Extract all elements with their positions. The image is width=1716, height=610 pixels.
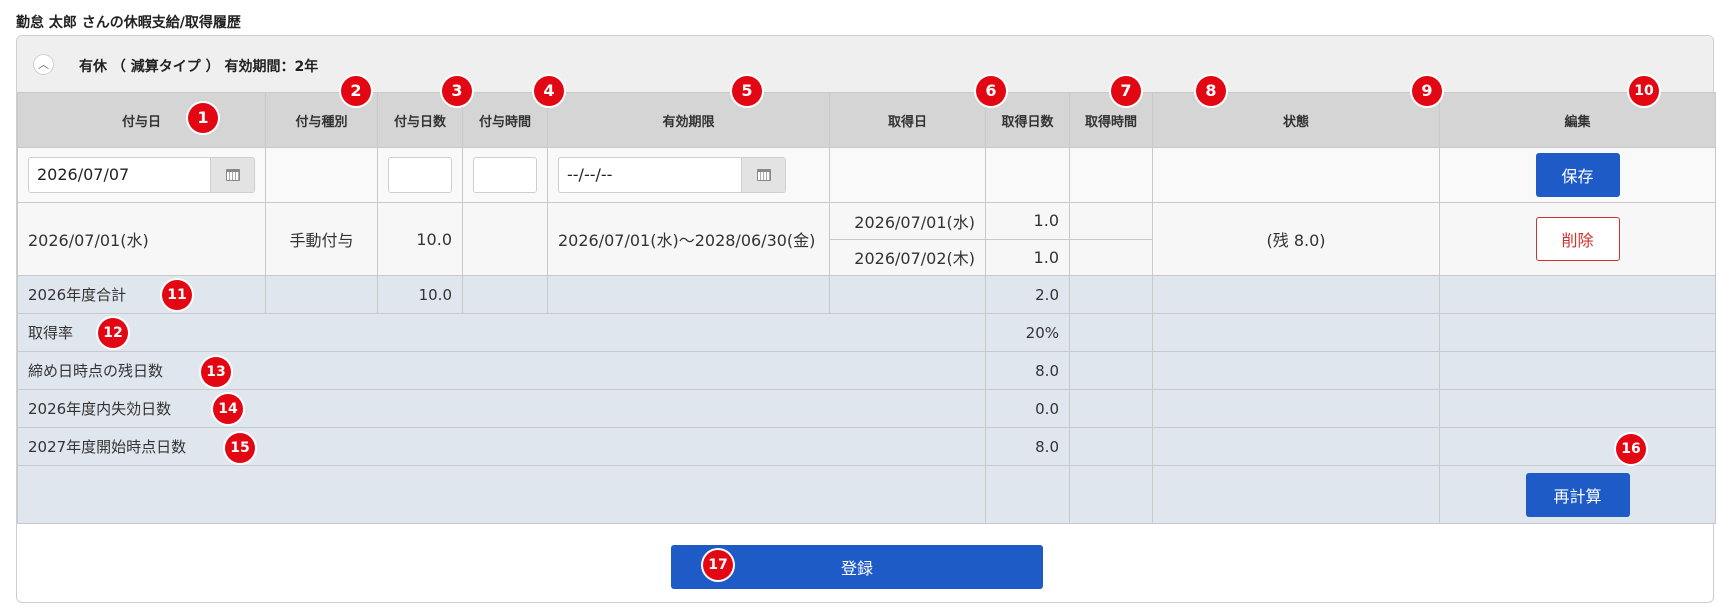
summary-rate-label: 取得率 bbox=[17, 313, 986, 352]
callout-marker: 1 bbox=[188, 103, 218, 133]
take-days-value: 1.0 bbox=[1033, 247, 1059, 267]
grant-date-input[interactable]: 2026/07/07 bbox=[28, 157, 255, 193]
col-take-date: 取得日 bbox=[829, 92, 986, 148]
col-take-hours: 取得時間 bbox=[1069, 92, 1153, 148]
grant-date-value: 2026/07/07 bbox=[37, 165, 130, 184]
callout-marker: 7 bbox=[1111, 76, 1141, 106]
save-button[interactable]: 保存 bbox=[1535, 153, 1620, 197]
grant-days-input[interactable] bbox=[388, 157, 452, 193]
col-edit: 編集 bbox=[1439, 92, 1716, 148]
summary-expired-value: 0.0 bbox=[985, 389, 1070, 428]
take-date: 2026/07/01(水) bbox=[830, 204, 985, 240]
callout-marker: 14 bbox=[213, 394, 243, 424]
summary-rate-value: 20% bbox=[985, 313, 1070, 352]
expiry-cell: 2026/07/01(水)～2028/06/30(金) bbox=[547, 202, 830, 276]
callout-marker: 5 bbox=[732, 76, 762, 106]
col-status: 状態 bbox=[1152, 92, 1440, 148]
delete-button[interactable]: 削除 bbox=[1535, 217, 1620, 261]
grant-hours-input[interactable] bbox=[473, 157, 537, 193]
summary-taken-days: 2.0 bbox=[985, 275, 1070, 314]
summary-next-value: 8.0 bbox=[985, 427, 1070, 466]
grant-days-cell: 10.0 bbox=[377, 202, 463, 276]
chevron-up-icon[interactable]: ︿ bbox=[33, 54, 54, 75]
summary-grant-days: 10.0 bbox=[377, 275, 463, 314]
leave-table: 付与日 付与種別 付与日数 付与時間 有効期限 取得日 取得日数 取得時間 状態… bbox=[17, 92, 1716, 524]
leave-history-panel: ︿ 有休 （ 減算タイプ ） 有効期間：2年 付与日 付与種別 付与日数 付与時… bbox=[16, 35, 1716, 603]
summary-total-row: 2026年度合計 10.0 2.0 bbox=[17, 275, 1716, 314]
panel-header: ︿ 有休 （ 減算タイプ ） 有効期間：2年 bbox=[17, 36, 1713, 92]
summary-remain-row: 締め日時点の残日数 8.0 bbox=[17, 351, 1716, 390]
callout-marker: 3 bbox=[442, 76, 472, 106]
callout-marker: 9 bbox=[1412, 76, 1442, 106]
col-grant-date: 付与日 bbox=[17, 92, 266, 148]
calendar-icon[interactable] bbox=[741, 158, 785, 192]
col-expiry: 有効期限 bbox=[547, 92, 830, 148]
table-row: 2026/07/01(水) 手動付与 10.0 2026/07/01(水)～20… bbox=[17, 202, 1716, 276]
edit-row: 2026/07/07 --/--/-- 保存 bbox=[17, 147, 1716, 203]
take-date: 2026/07/02(木) bbox=[854, 249, 975, 269]
summary-expired-row: 2026年度内失効日数 0.0 bbox=[17, 389, 1716, 428]
panel-title: 有休 （ 減算タイプ ） 有効期間：2年 bbox=[79, 59, 319, 75]
header-row: 付与日 付与種別 付与日数 付与時間 有効期限 取得日 取得日数 取得時間 状態… bbox=[17, 92, 1716, 148]
grant-type-cell: 手動付与 bbox=[265, 202, 378, 276]
summary-next-row: 2027年度開始時点日数 8.0 bbox=[17, 427, 1716, 466]
take-hours bbox=[1070, 204, 1152, 275]
expiry-date-input[interactable]: --/--/-- bbox=[558, 157, 786, 193]
col-grant-hours: 付与時間 bbox=[462, 92, 548, 148]
callout-marker: 12 bbox=[98, 318, 128, 348]
callout-marker: 6 bbox=[976, 76, 1006, 106]
summary-remain-label: 締め日時点の残日数 bbox=[17, 351, 986, 390]
callout-marker: 11 bbox=[162, 280, 192, 310]
grant-date-cell: 2026/07/01(水) bbox=[17, 202, 266, 276]
callout-marker: 2 bbox=[341, 76, 371, 106]
callout-marker: 4 bbox=[534, 76, 564, 106]
summary-rate-row: 取得率 20% bbox=[17, 313, 1716, 352]
summary-next-label: 2027年度開始時点日数 bbox=[17, 427, 986, 466]
callout-marker: 10 bbox=[1629, 76, 1659, 106]
take-days-value: 1.0 bbox=[986, 204, 1069, 240]
callout-marker: 16 bbox=[1616, 434, 1646, 464]
recalc-row: 再計算 bbox=[17, 465, 1716, 524]
callout-marker: 8 bbox=[1196, 76, 1226, 106]
page-title: 勤怠 太郎 さんの休暇支給/取得履歴 bbox=[16, 15, 241, 31]
summary-total-label: 2026年度合計 bbox=[17, 275, 266, 314]
callout-marker: 15 bbox=[225, 433, 255, 463]
summary-expired-label: 2026年度内失効日数 bbox=[17, 389, 986, 428]
calendar-icon[interactable] bbox=[210, 158, 254, 192]
recalculate-button[interactable]: 再計算 bbox=[1525, 472, 1630, 517]
callout-marker: 17 bbox=[703, 550, 733, 580]
status-cell: (残 8.0) bbox=[1152, 202, 1440, 276]
summary-remain-value: 8.0 bbox=[985, 351, 1070, 390]
take-dates: 2026/07/01(水) 2026/07/02(木) bbox=[830, 204, 985, 275]
callout-marker: 13 bbox=[201, 357, 231, 387]
take-days: 1.0 1.0 bbox=[986, 204, 1069, 275]
expiry-date-placeholder: --/--/-- bbox=[567, 165, 613, 184]
